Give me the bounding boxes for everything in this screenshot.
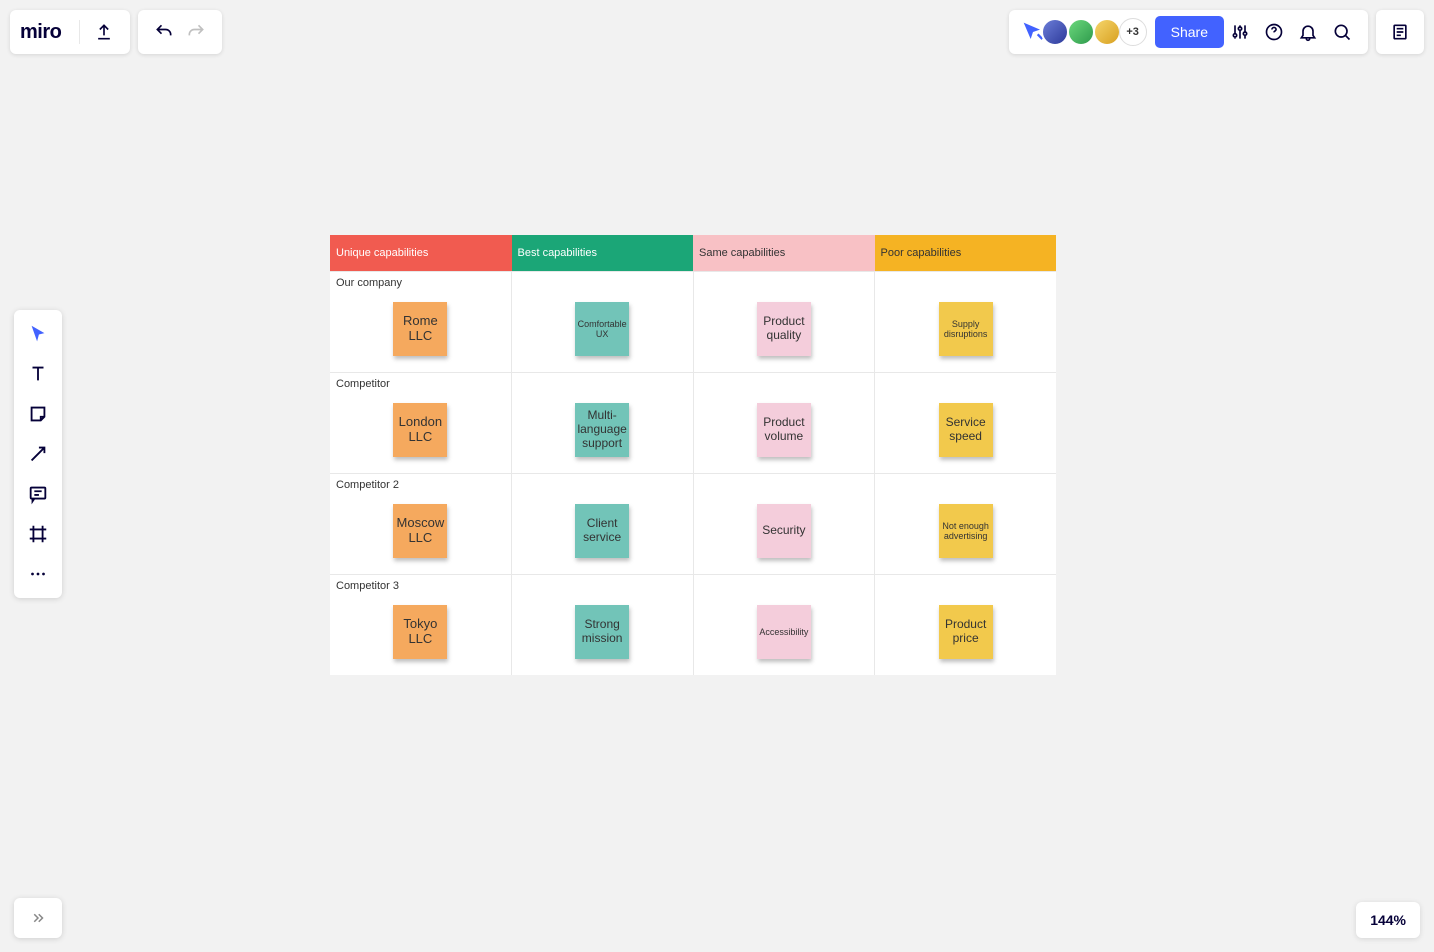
sticky-icon — [27, 403, 49, 425]
export-button[interactable] — [88, 16, 120, 48]
comment-tool[interactable] — [20, 476, 56, 512]
settings-button[interactable] — [1224, 16, 1256, 48]
redo-button[interactable] — [180, 16, 212, 48]
sticky-note[interactable]: London LLC — [393, 403, 447, 457]
header-unique[interactable]: Unique capabilities — [330, 235, 512, 271]
frame-tool[interactable] — [20, 516, 56, 552]
sticky-note[interactable]: Rome LLC — [393, 302, 447, 356]
header-same[interactable]: Same capabilities — [693, 235, 875, 271]
select-tool[interactable] — [20, 316, 56, 352]
table-row: Competitor 3 Tokyo LLC Strong mission Ac… — [330, 574, 1056, 675]
text-icon — [27, 363, 49, 385]
sticky-note[interactable]: Accessibility — [757, 605, 811, 659]
divider — [79, 20, 80, 44]
row-label-competitor-3[interactable]: Competitor 3 — [336, 580, 399, 592]
help-button[interactable] — [1258, 16, 1290, 48]
avatar-user-3[interactable] — [1093, 18, 1121, 46]
undo-redo-group — [138, 10, 222, 54]
row-label-competitor[interactable]: Competitor — [336, 378, 390, 390]
chevrons-right-icon — [29, 909, 47, 927]
sticky-note[interactable]: Product quality — [757, 302, 811, 356]
comments-panel-button[interactable] — [1376, 10, 1424, 54]
comment-icon — [27, 483, 49, 505]
more-icon — [27, 563, 49, 585]
sticky-note[interactable]: Product price — [939, 605, 993, 659]
table-cell[interactable]: Accessibility — [694, 575, 876, 675]
undo-icon — [154, 22, 174, 42]
expand-panel-button[interactable] — [14, 898, 62, 938]
collab-toolbar: +3 Share — [1009, 10, 1368, 54]
share-button[interactable]: Share — [1155, 16, 1224, 48]
zoom-level[interactable]: 144% — [1356, 902, 1420, 938]
redo-icon — [186, 22, 206, 42]
sticky-note[interactable]: Comfortable UX — [575, 302, 629, 356]
row-label-competitor-2[interactable]: Competitor 2 — [336, 479, 399, 491]
sticky-note[interactable]: Multi-language support — [575, 403, 629, 457]
text-tool[interactable] — [20, 356, 56, 392]
app-logo[interactable]: miro — [20, 21, 61, 44]
table-cell[interactable]: Product quality — [694, 272, 876, 372]
avatar-user-1[interactable] — [1041, 18, 1069, 46]
bell-icon — [1298, 22, 1318, 42]
header-poor[interactable]: Poor capabilities — [875, 235, 1057, 271]
sliders-icon — [1230, 22, 1250, 42]
search-button[interactable] — [1326, 16, 1358, 48]
sticky-note[interactable]: Service speed — [939, 403, 993, 457]
sticky-note[interactable]: Security — [757, 504, 811, 558]
table-cell[interactable]: Comfortable UX — [512, 272, 694, 372]
table-header-row: Unique capabilities Best capabilities Sa… — [330, 235, 1056, 271]
table-cell[interactable]: Client service — [512, 474, 694, 574]
header-best[interactable]: Best capabilities — [512, 235, 694, 271]
table-row: Competitor London LLC Multi-language sup… — [330, 372, 1056, 473]
table-cell[interactable]: Product volume — [694, 373, 876, 473]
panel-icon — [1390, 22, 1410, 42]
table-cell[interactable]: Product price — [875, 575, 1056, 675]
table-cell[interactable]: Multi-language support — [512, 373, 694, 473]
sticky-note[interactable]: Strong mission — [575, 605, 629, 659]
sticky-note[interactable]: Tokyo LLC — [393, 605, 447, 659]
table-cell[interactable]: Supply disruptions — [875, 272, 1056, 372]
search-icon — [1332, 22, 1352, 42]
table-cell[interactable]: Strong mission — [512, 575, 694, 675]
sticky-note[interactable]: Client service — [575, 504, 629, 558]
arrow-tool[interactable] — [20, 436, 56, 472]
undo-button[interactable] — [148, 16, 180, 48]
table-cell[interactable]: Security — [694, 474, 876, 574]
frame-icon — [27, 523, 49, 545]
sticky-note[interactable]: Not enough advertising — [939, 504, 993, 558]
more-tools[interactable] — [20, 556, 56, 592]
avatar-user-2[interactable] — [1067, 18, 1095, 46]
sticky-tool[interactable] — [20, 396, 56, 432]
sticky-note[interactable]: Product volume — [757, 403, 811, 457]
table-row: Our company Rome LLC Comfortable UX Prod… — [330, 271, 1056, 372]
cursor-icon — [27, 323, 49, 345]
collaborator-avatars: +3 — [1047, 18, 1147, 46]
sticky-note[interactable]: Moscow LLC — [393, 504, 447, 558]
sticky-note[interactable]: Supply disruptions — [939, 302, 993, 356]
arrow-icon — [27, 443, 49, 465]
capabilities-table[interactable]: Unique capabilities Best capabilities Sa… — [330, 235, 1056, 675]
notifications-button[interactable] — [1292, 16, 1324, 48]
table-cell[interactable]: Service speed — [875, 373, 1056, 473]
table-cell[interactable]: Not enough advertising — [875, 474, 1056, 574]
upload-icon — [94, 22, 114, 42]
row-label-our-company[interactable]: Our company — [336, 277, 402, 289]
logo-export-group: miro — [10, 10, 130, 54]
tool-sidebar — [14, 310, 62, 598]
help-icon — [1264, 22, 1284, 42]
table-row: Competitor 2 Moscow LLC Client service S… — [330, 473, 1056, 574]
avatar-more[interactable]: +3 — [1119, 18, 1147, 46]
